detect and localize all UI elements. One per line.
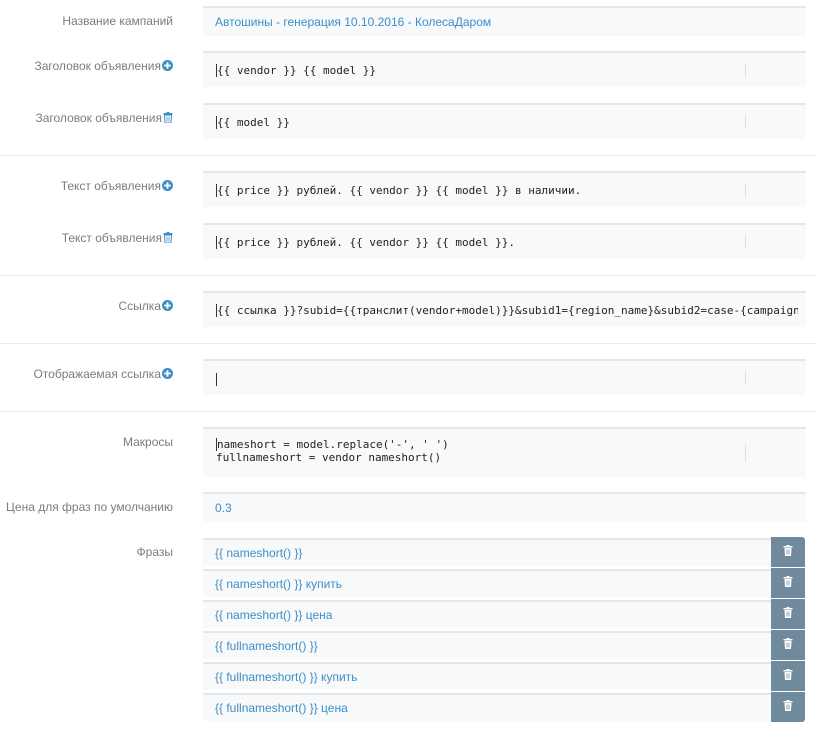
phrase-item[interactable]: {{ fullnameshort() }} купить bbox=[203, 662, 771, 690]
phrase-item[interactable]: {{ nameshort() }} bbox=[203, 538, 771, 566]
plus-circle-icon[interactable] bbox=[162, 60, 173, 74]
display-link-label-text: Отображаемая ссылка bbox=[33, 367, 161, 381]
macros-line-1: nameshort = model.replace('-', ' ') bbox=[217, 438, 449, 451]
trash-icon bbox=[783, 605, 793, 623]
macros-field[interactable]: nameshort = model.replace('-', ' ') fulln… bbox=[203, 427, 806, 477]
plus-circle-icon[interactable] bbox=[162, 368, 173, 382]
link-label-text: Ссылка bbox=[118, 299, 161, 313]
trash-icon[interactable] bbox=[163, 112, 173, 126]
headline-label-2: Заголовок объявления bbox=[0, 111, 173, 126]
ad-text-code-1: {{ price }} рублей. {{ vendor }} {{ mode… bbox=[216, 184, 798, 197]
headline-field-2[interactable]: {{ model }} bbox=[203, 103, 806, 139]
default-price-value: 0.3 bbox=[215, 501, 232, 515]
phrase-item[interactable]: {{ fullnameshort() }} цена bbox=[203, 693, 771, 721]
trash-icon bbox=[783, 667, 793, 685]
ad-text-label-1: Текст объявления bbox=[0, 179, 173, 194]
headline-code-1: {{ vendor }} {{ model }} bbox=[216, 64, 798, 77]
link-code: {{ ссылка }}?subid={{транслит(vendor+mod… bbox=[216, 304, 798, 317]
resize-divider bbox=[745, 183, 746, 197]
delete-phrase-button[interactable] bbox=[771, 537, 805, 567]
headline-code-2: {{ model }} bbox=[216, 116, 798, 129]
trash-icon bbox=[783, 698, 793, 716]
trash-icon bbox=[783, 574, 793, 592]
default-price-field[interactable]: 0.3 bbox=[203, 492, 806, 522]
delete-phrase-button[interactable] bbox=[771, 568, 805, 598]
phrase-text: {{ nameshort() }} цена bbox=[215, 608, 333, 622]
headline-value-2: {{ model }} bbox=[217, 116, 290, 129]
delete-phrase-button[interactable] bbox=[771, 630, 805, 660]
plus-circle-icon[interactable] bbox=[162, 180, 173, 194]
section-divider bbox=[0, 343, 816, 344]
campaign-name-label: Название кампаний bbox=[0, 14, 173, 28]
campaign-name-label-text: Название кампаний bbox=[62, 14, 173, 28]
ad-text-field-2[interactable]: {{ price }} рублей. {{ vendor }} {{ mode… bbox=[203, 223, 806, 259]
ad-text-field-1[interactable]: {{ price }} рублей. {{ vendor }} {{ mode… bbox=[203, 171, 806, 207]
section-divider bbox=[0, 411, 816, 412]
headline-field-1[interactable]: {{ vendor }} {{ model }} bbox=[203, 51, 806, 87]
delete-phrase-button[interactable] bbox=[771, 692, 805, 722]
trash-icon bbox=[783, 543, 793, 561]
phrase-item[interactable]: {{ fullnameshort() }} bbox=[203, 631, 771, 659]
ad-text-value-1: {{ price }} рублей. {{ vendor }} {{ mode… bbox=[217, 184, 582, 197]
delete-phrase-button[interactable] bbox=[771, 661, 805, 691]
phrase-item[interactable]: {{ nameshort() }} купить bbox=[203, 569, 771, 597]
ad-text-label-1-text: Текст объявления bbox=[60, 179, 161, 193]
headline-label-2-text: Заголовок объявления bbox=[35, 111, 162, 125]
trash-icon bbox=[783, 636, 793, 654]
default-price-label-text: Цена для фраз по умолчанию bbox=[6, 500, 173, 514]
ad-text-value-2: {{ price }} рублей. {{ vendor }} {{ mode… bbox=[217, 236, 516, 249]
default-price-label: Цена для фраз по умолчанию bbox=[0, 500, 173, 514]
ad-text-code-2: {{ price }} рублей. {{ vendor }} {{ mode… bbox=[216, 236, 798, 249]
headline-value-1: {{ vendor }} {{ model }} bbox=[217, 64, 376, 77]
link-value: {{ ссылка }}?subid={{транслит(vendor+mod… bbox=[217, 304, 798, 317]
ad-text-label-2: Текст объявления bbox=[0, 231, 173, 246]
section-divider bbox=[0, 155, 816, 156]
plus-circle-icon[interactable] bbox=[162, 300, 173, 314]
campaign-name-field[interactable]: Автошины - генерация 10.10.2016 - Колеса… bbox=[203, 6, 806, 36]
trash-icon[interactable] bbox=[163, 232, 173, 246]
phrase-text: {{ fullnameshort() }} цена bbox=[215, 701, 348, 715]
macros-label-text: Макросы bbox=[122, 435, 173, 449]
campaign-name-value: Автошины - генерация 10.10.2016 - Колеса… bbox=[215, 15, 492, 29]
display-link-label: Отображаемая ссылка bbox=[0, 367, 173, 382]
headline-label-1-text: Заголовок объявления bbox=[34, 59, 161, 73]
resize-divider bbox=[745, 63, 746, 77]
phrase-item[interactable]: {{ nameshort() }} цена bbox=[203, 600, 771, 628]
display-link-field[interactable] bbox=[203, 359, 806, 395]
section-divider bbox=[0, 275, 816, 276]
phrase-text: {{ nameshort() }} купить bbox=[215, 577, 343, 591]
headline-label-1: Заголовок объявления bbox=[0, 59, 173, 74]
resize-divider bbox=[745, 115, 746, 129]
phrase-text: {{ fullnameshort() }} купить bbox=[215, 670, 358, 684]
resize-divider bbox=[745, 371, 746, 385]
macros-code: nameshort = model.replace('-', ' ') fulln… bbox=[216, 438, 798, 464]
macros-line-2: fullnameshort = vendor nameshort() bbox=[216, 451, 442, 464]
ad-text-label-2-text: Текст объявления bbox=[61, 231, 162, 245]
link-label: Ссылка bbox=[0, 299, 173, 314]
delete-phrase-button[interactable] bbox=[771, 599, 805, 629]
resize-divider bbox=[745, 444, 746, 462]
resize-divider bbox=[745, 235, 746, 249]
link-field[interactable]: {{ ссылка }}?subid={{транслит(vendor+mod… bbox=[203, 291, 806, 327]
phrase-text: {{ nameshort() }} bbox=[215, 546, 303, 560]
phrases-label-text: Фразы bbox=[136, 545, 173, 559]
phrases-label: Фразы bbox=[0, 545, 173, 559]
display-link-code bbox=[216, 372, 798, 386]
macros-label: Макросы bbox=[0, 435, 173, 449]
phrase-text: {{ fullnameshort() }} bbox=[215, 639, 318, 653]
